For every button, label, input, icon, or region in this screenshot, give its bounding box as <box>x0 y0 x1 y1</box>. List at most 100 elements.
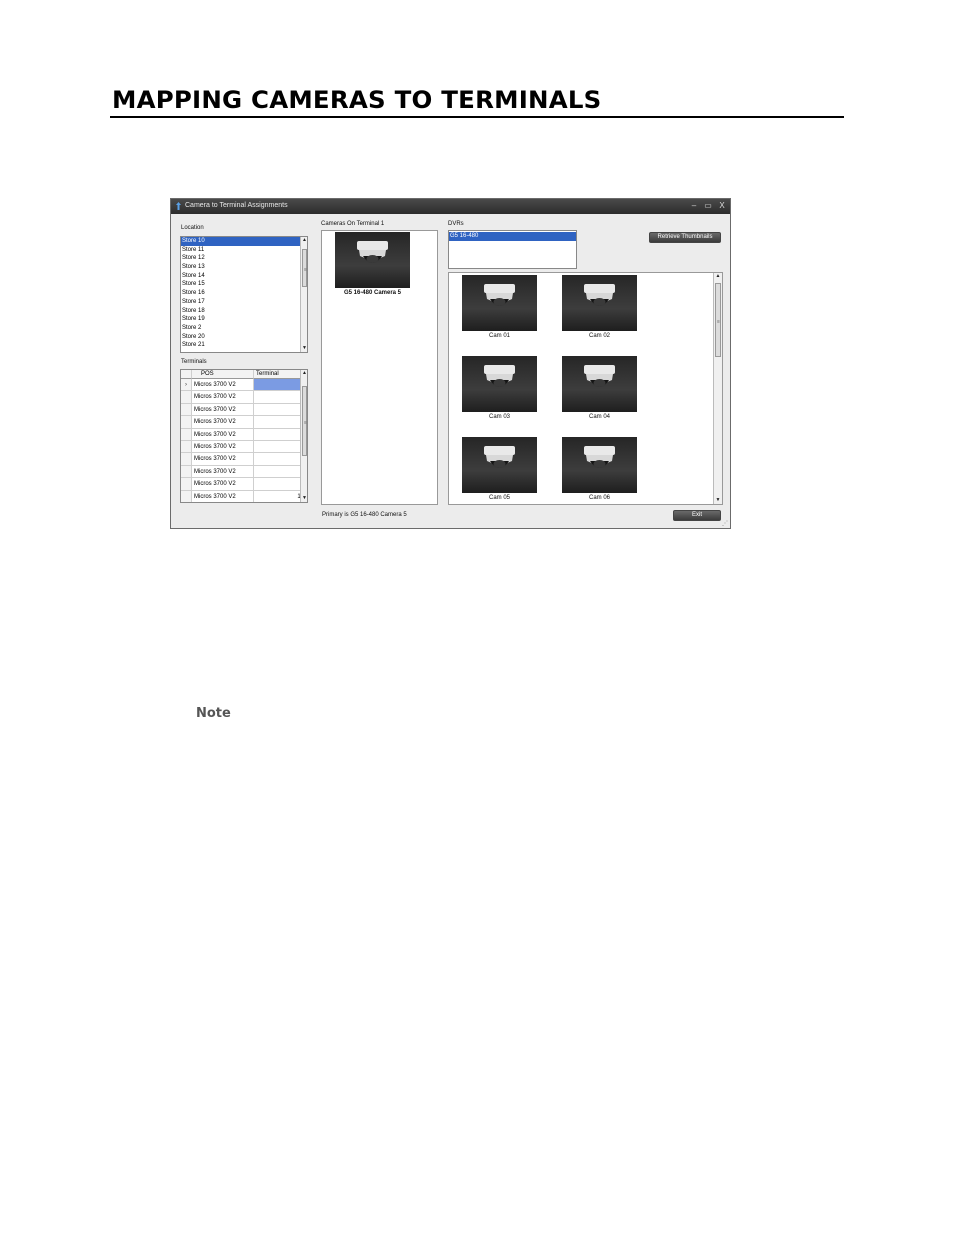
minimize-button[interactable]: ‒ <box>689 201 699 211</box>
location-item[interactable]: Store 16 <box>181 289 300 298</box>
location-item[interactable]: Store 2 <box>181 324 300 333</box>
table-row[interactable]: Micros 3700 V26 <box>181 441 300 454</box>
pos-cell[interactable]: Micros 3700 V2 <box>192 465 254 478</box>
terminal-cell[interactable]: 6 <box>254 441 300 452</box>
pos-cell[interactable]: Micros 3700 V2 <box>192 391 254 403</box>
row-indicator[interactable] <box>181 428 192 440</box>
terminal-cell[interactable]: 8 <box>254 466 300 477</box>
location-scrollbar[interactable]: ▲ ≡ ▼ <box>300 237 307 352</box>
table-row[interactable]: ›Micros 3700 V21 <box>181 379 300 392</box>
scroll-thumb[interactable]: ≡ <box>715 283 721 357</box>
table-row[interactable]: Micros 3700 V22 <box>181 391 300 404</box>
row-indicator[interactable]: › <box>181 379 192 391</box>
row-indicator[interactable] <box>181 441 192 453</box>
camera-thumbnail[interactable] <box>462 356 537 412</box>
scroll-down-icon[interactable]: ▼ <box>301 495 307 502</box>
table-row[interactable]: Micros 3700 V25 <box>181 428 300 441</box>
table-row[interactable]: Micros 3700 V23 <box>181 403 300 417</box>
resize-grip-icon[interactable]: ⋰ <box>722 520 728 527</box>
table-row[interactable]: Micros 3700 V27 <box>181 453 300 466</box>
location-item[interactable]: Store 20 <box>181 333 300 342</box>
location-item[interactable]: Store 17 <box>181 298 300 307</box>
terminals-scrollbar[interactable]: ▲ ≡ ▼ <box>300 370 307 502</box>
terminals-grid[interactable]: POS Terminal ›Micros 3700 V21Micros 3700… <box>180 369 308 503</box>
window-titlebar[interactable]: Camera to Terminal Assignments ‒ ▭ X <box>171 199 730 214</box>
row-indicator[interactable] <box>181 453 192 465</box>
scroll-thumb[interactable]: ≡ <box>302 249 307 287</box>
table-row[interactable]: Micros 3700 V28 <box>181 465 300 479</box>
camera-thumbnails-panel[interactable]: Cam 01 Cam 02 Cam 03 Cam 04 Cam 05 Cam 06 ▲ ≡… <box>448 272 723 505</box>
pos-cell[interactable]: Micros 3700 V2 <box>192 379 254 391</box>
table-row[interactable]: Micros 3700 V24 <box>181 416 300 429</box>
camera-thumbnail[interactable] <box>562 437 637 493</box>
pos-cell[interactable]: Micros 3700 V2 <box>192 490 254 502</box>
pos-cell[interactable]: Micros 3700 V2 <box>192 403 254 416</box>
location-item[interactable]: Store 19 <box>181 315 300 324</box>
camera-thumbnail[interactable] <box>462 275 537 331</box>
table-row[interactable]: Micros 3700 V210 <box>181 490 300 502</box>
terminal-cell[interactable]: 3 <box>254 404 300 415</box>
terminal-cell[interactable]: 2 <box>254 391 300 402</box>
camera-thumbnail[interactable] <box>562 356 637 412</box>
location-item[interactable]: Store 21 <box>181 341 300 350</box>
dome-camera-icon <box>484 284 515 306</box>
row-indicator[interactable] <box>181 490 192 502</box>
assigned-camera-thumbnail[interactable] <box>335 232 410 288</box>
dome-camera-icon <box>584 284 615 306</box>
row-indicator[interactable] <box>181 465 192 478</box>
exit-button[interactable]: Exit <box>673 510 721 521</box>
terminal-cell[interactable]: 9 <box>254 478 300 489</box>
pos-cell[interactable]: Micros 3700 V2 <box>192 441 254 453</box>
location-item[interactable]: Store 12 <box>181 254 300 263</box>
terminal-cell[interactable]: 1 <box>254 379 300 391</box>
table-row[interactable]: Micros 3700 V29 <box>181 478 300 491</box>
camera-thumbnail-label: Cam 06 <box>588 495 610 501</box>
scroll-down-icon[interactable]: ▼ <box>714 497 722 504</box>
column-header-terminal[interactable]: Terminal <box>254 370 300 379</box>
assigned-camera-name: G5 16-480 Camera 5 <box>343 290 402 296</box>
pos-cell[interactable]: Micros 3700 V2 <box>192 453 254 465</box>
window-title: Camera to Terminal Assignments <box>185 202 288 209</box>
dvr-item[interactable]: G5 16-480 <box>449 232 576 241</box>
location-item[interactable]: Store 15 <box>181 280 300 289</box>
dvr-listbox[interactable]: G5 16-480 <box>448 230 577 269</box>
camera-thumbnail-label: Cam 01 <box>488 333 510 339</box>
pos-cell[interactable]: Micros 3700 V2 <box>192 428 254 440</box>
page-title: MAPPING CAMERAS TO TERMINALS <box>112 86 602 114</box>
dome-camera-icon <box>584 446 615 468</box>
scroll-up-icon[interactable]: ▲ <box>301 370 307 377</box>
terminal-cell[interactable]: 7 <box>254 453 300 464</box>
row-indicator[interactable] <box>181 391 192 403</box>
row-indicator[interactable] <box>181 416 192 428</box>
thumbnails-scrollbar[interactable]: ▲ ≡ ▼ <box>713 273 722 504</box>
cameras-on-terminal-panel[interactable]: G5 16-480 Camera 5 <box>321 230 438 505</box>
maximize-button[interactable]: ▭ <box>703 201 713 211</box>
terminal-cell[interactable]: 5 <box>254 429 300 440</box>
retrieve-thumbnails-button[interactable]: Retrieve Thumbnails <box>649 232 721 243</box>
pos-cell[interactable]: Micros 3700 V2 <box>192 416 254 428</box>
dome-camera-icon <box>357 241 388 263</box>
camera-thumbnail[interactable] <box>562 275 637 331</box>
location-item[interactable]: Store 18 <box>181 307 300 316</box>
close-button[interactable]: X <box>717 201 727 211</box>
location-item[interactable]: Store 11 <box>181 246 300 255</box>
camera-thumbnail[interactable] <box>462 437 537 493</box>
row-indicator[interactable] <box>181 403 192 416</box>
location-item[interactable]: Store 14 <box>181 272 300 281</box>
camera-thumbnail-label: Cam 05 <box>488 495 510 501</box>
column-header-pos[interactable]: POS <box>192 370 254 379</box>
dvrs-label: DVRs <box>448 221 464 227</box>
scroll-down-icon[interactable]: ▼ <box>301 345 307 352</box>
scroll-thumb[interactable]: ≡ <box>302 386 307 456</box>
pos-cell[interactable]: Micros 3700 V2 <box>192 478 254 490</box>
location-item[interactable]: Store 10 <box>181 237 300 246</box>
row-indicator[interactable] <box>181 478 192 490</box>
scroll-up-icon[interactable]: ▲ <box>714 273 722 280</box>
scroll-up-icon[interactable]: ▲ <box>301 237 307 244</box>
note-label: Note <box>196 706 231 721</box>
location-listbox[interactable]: Store 10 Store 11 Store 12 Store 13 Store 14… <box>180 236 308 353</box>
terminal-cell[interactable]: 4 <box>254 416 300 427</box>
status-text: Primary is G5 16-480 Camera 5 <box>322 512 407 518</box>
location-item[interactable]: Store 13 <box>181 263 300 272</box>
terminal-cell[interactable]: 10 <box>254 491 300 502</box>
